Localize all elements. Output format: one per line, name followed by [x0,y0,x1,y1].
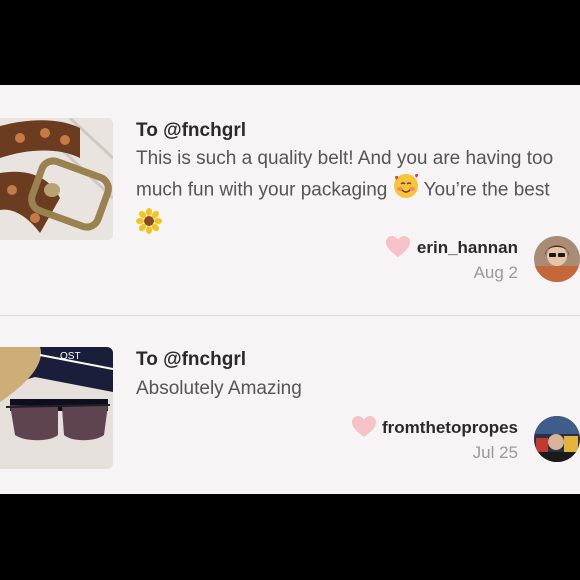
review-card: To @fnchgrl This is such a quality belt!… [0,85,580,315]
reviewer-username[interactable]: fromthetopropes [382,418,518,438]
sunflower-icon [136,208,162,243]
recipient-label: To @fnchgrl [136,120,246,141]
recipient-label: To @fnchgrl [136,349,246,370]
review-message: This is such a quality belt! And you are… [136,145,576,243]
reviewer-username[interactable]: erin_hannan [417,238,518,258]
user-avatar[interactable] [534,236,580,282]
smiling-face-with-hearts-icon [393,173,419,208]
user-avatar[interactable] [534,416,580,462]
heart-icon [386,236,410,258]
svg-text:OST: OST [60,351,81,362]
review-date: Jul 25 [472,443,518,462]
listing-thumbnail[interactable]: OST [0,347,113,469]
review-message: Absolutely Amazing [136,378,302,399]
listing-thumbnail[interactable] [0,118,113,240]
heart-icon [352,416,376,438]
review-card: OST To @fnchgrl Absolutely Amazing fromt… [0,316,580,494]
top-letterbox [0,0,580,85]
reviews-list: To @fnchgrl This is such a quality belt!… [0,85,580,494]
review-date: Aug 2 [473,263,518,282]
message-text: You’re the best [418,179,550,201]
bottom-letterbox [0,494,580,580]
